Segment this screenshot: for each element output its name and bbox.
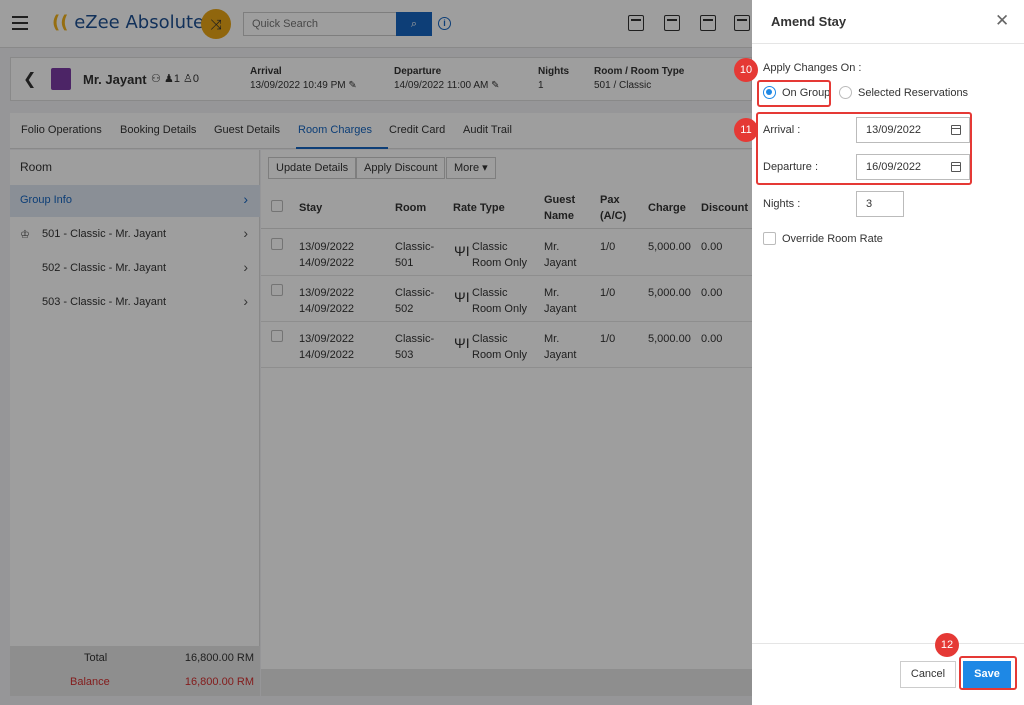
close-icon[interactable]: ✕: [995, 12, 1009, 30]
override-room-rate-checkbox[interactable]: [763, 232, 776, 245]
step-badge-10: 10: [734, 58, 758, 82]
divider: [752, 43, 1024, 44]
divider: [752, 643, 1024, 644]
selected-reservations-radio[interactable]: Selected Reservations: [839, 85, 969, 101]
step-badge-12: 12: [935, 633, 959, 657]
apply-changes-label: Apply Changes On :: [763, 62, 862, 74]
highlight-save: [959, 656, 1017, 690]
highlight-dates: [756, 112, 972, 185]
selected-reservations-label: Selected Reservations: [858, 87, 969, 99]
nights-input-value: 3: [866, 198, 873, 210]
step-badge-11: 11: [734, 118, 758, 142]
cancel-button[interactable]: Cancel: [900, 661, 956, 688]
drawer-title: Amend Stay: [771, 14, 847, 29]
highlight-on-group: [757, 80, 831, 107]
nights-input[interactable]: 3: [856, 191, 904, 217]
nights-field-label: Nights :: [763, 198, 801, 210]
radio-unselected-icon[interactable]: [839, 86, 852, 99]
override-room-rate-label: Override Room Rate: [782, 233, 883, 245]
modal-overlay[interactable]: [0, 0, 752, 705]
